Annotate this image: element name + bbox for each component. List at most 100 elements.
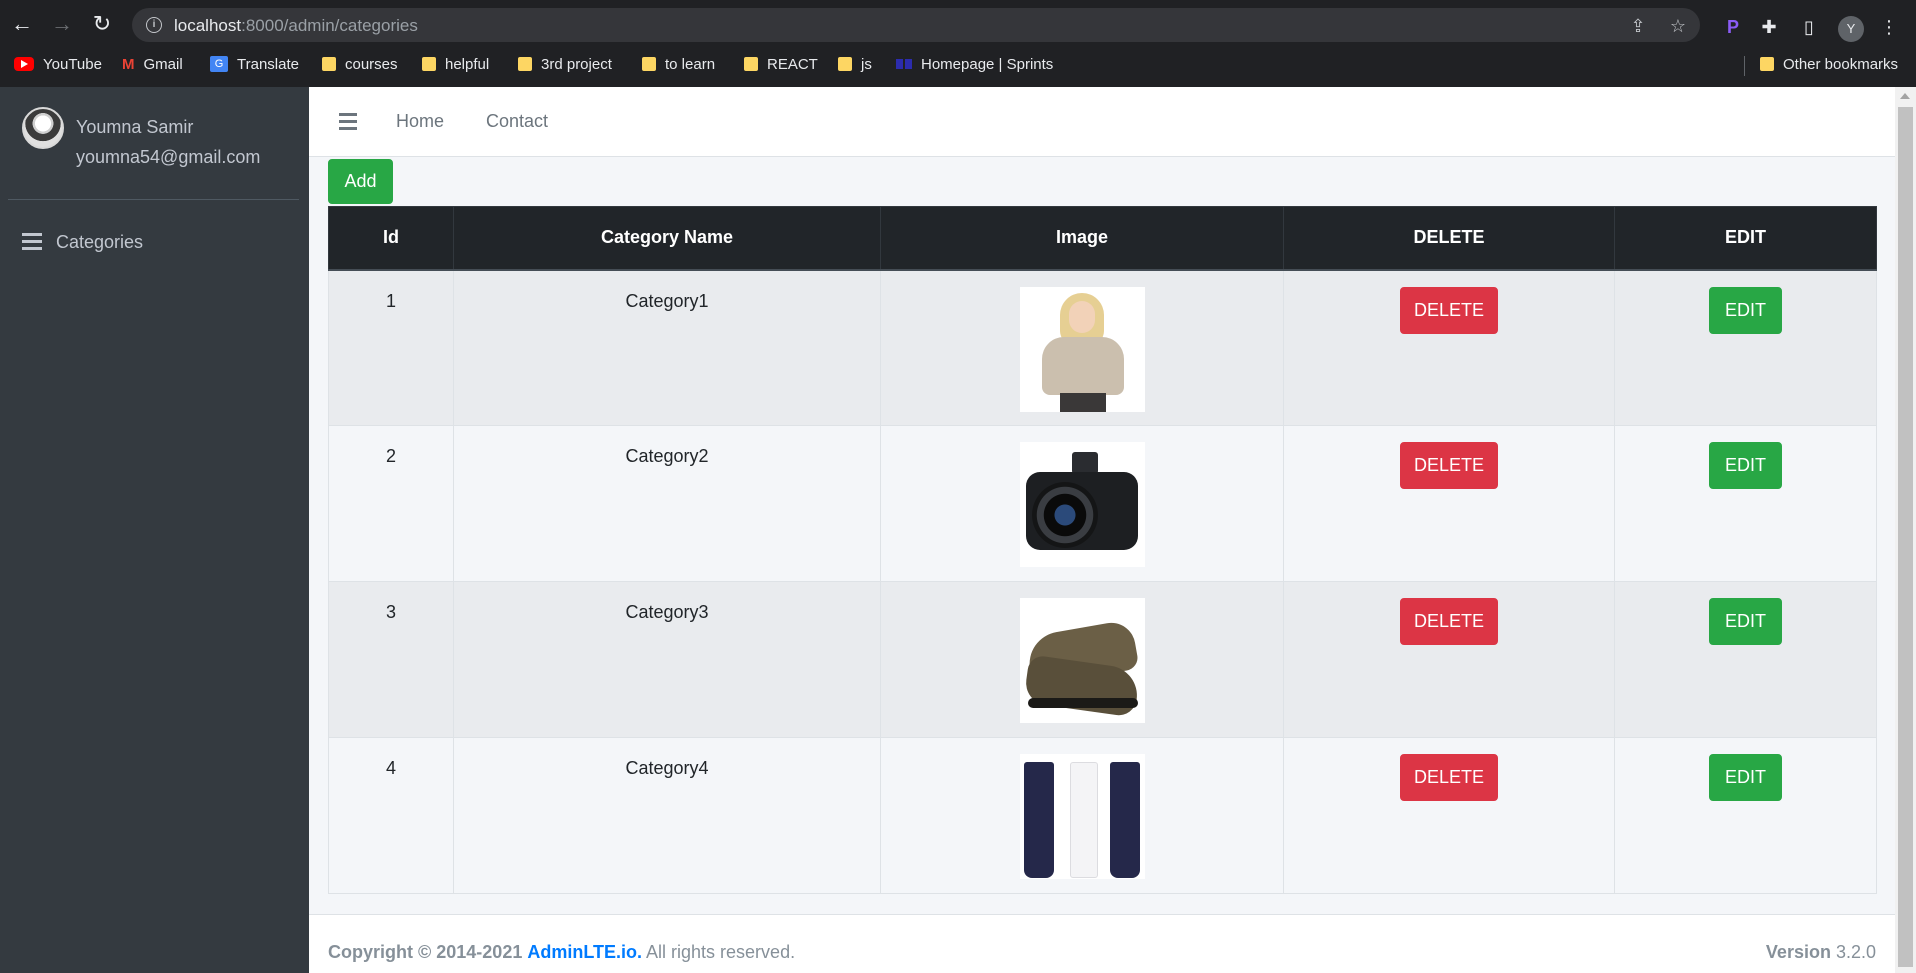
bookmark-courses[interactable]: courses <box>322 53 398 75</box>
copyright-text: Copyright © 2014-2021 AdminLTE.io. All r… <box>328 942 795 963</box>
delete-button[interactable]: DELETE <box>1400 286 1498 334</box>
cell-id: 2 <box>328 425 454 582</box>
translate-icon: G <box>210 56 228 72</box>
url-text[interactable]: localhost:8000/admin/categories <box>174 16 418 36</box>
menu-kebab-icon[interactable]: ⋮ <box>1876 14 1902 40</box>
table-row: 2 Category2 DELETE EDIT <box>328 425 1877 582</box>
header-category-name: Category Name <box>453 206 881 271</box>
photo-part <box>1068 300 1095 333</box>
nav-link-home[interactable]: Home <box>396 111 444 132</box>
photo-part <box>1109 762 1140 878</box>
bookmarks-bar: YouTube M Gmail G Translate courses helpfu… <box>0 48 1916 80</box>
table-row: 4 Category4 DELETE EDIT <box>328 737 1877 894</box>
forward-icon[interactable]: → <box>48 10 76 38</box>
cell-delete: DELETE <box>1283 425 1615 582</box>
add-button[interactable]: Add <box>328 159 393 204</box>
side-panel-icon[interactable]: ▯ <box>1796 14 1822 40</box>
bookmark-react[interactable]: REACT <box>744 53 818 75</box>
bookmark-helpful[interactable]: helpful <box>422 53 489 75</box>
scroll-up-arrow-icon[interactable] <box>1900 93 1910 99</box>
cell-edit: EDIT <box>1614 581 1877 738</box>
camera-photo <box>1019 442 1145 567</box>
extension-p2-icon[interactable]: P <box>1720 14 1746 40</box>
table-header-row: Id Category Name Image DELETE EDIT <box>328 206 1877 271</box>
profile-avatar[interactable]: Y <box>1838 16 1864 42</box>
user-name[interactable]: Youmna Samir <box>76 117 193 138</box>
photo-part <box>1059 392 1106 412</box>
sidebar-divider <box>8 199 299 200</box>
edit-button[interactable]: EDIT <box>1709 286 1782 334</box>
bookmark-youtube[interactable]: YouTube <box>14 53 102 75</box>
reload-icon[interactable]: ↻ <box>88 10 116 38</box>
adminlte-link[interactable]: AdminLTE.io. <box>527 942 642 962</box>
header-edit: EDIT <box>1614 206 1877 271</box>
delete-button[interactable]: DELETE <box>1400 598 1498 645</box>
sidebar: Youmna Samir youmna54@gmail.com Categori… <box>0 87 309 973</box>
page-scrollbar[interactable] <box>1895 87 1916 973</box>
site-info-icon[interactable]: i <box>146 17 162 33</box>
edit-button[interactable]: EDIT <box>1709 442 1782 489</box>
cell-id: 4 <box>328 737 454 894</box>
sweater-photo <box>1019 286 1145 412</box>
cell-category-name: Category1 <box>453 269 881 426</box>
folder-icon <box>518 57 532 71</box>
sprints-icon <box>896 59 912 69</box>
bookmark-star-icon[interactable]: ☆ <box>1666 14 1690 38</box>
bookmark-js[interactable]: js <box>838 53 872 75</box>
edit-button[interactable]: EDIT <box>1709 754 1782 801</box>
cosmetics-photo <box>1019 754 1145 879</box>
photo-part <box>1027 698 1138 708</box>
photo-part <box>1023 762 1054 878</box>
folder-icon <box>322 57 336 71</box>
cell-delete: DELETE <box>1283 737 1615 894</box>
delete-button[interactable]: DELETE <box>1400 754 1498 801</box>
gmail-icon: M <box>122 55 135 73</box>
address-row: ← → ↻ i localhost:8000/admin/categories … <box>0 6 1916 42</box>
delete-button[interactable]: DELETE <box>1400 442 1498 489</box>
folder-icon <box>642 57 656 71</box>
edit-button[interactable]: EDIT <box>1709 598 1782 645</box>
back-icon[interactable]: ← <box>8 10 36 38</box>
cell-image <box>880 581 1284 738</box>
photo-part <box>1071 452 1098 474</box>
header-image: Image <box>880 206 1284 271</box>
cell-category-name: Category3 <box>453 581 881 738</box>
table-row: 3 Category3 DELETE EDIT <box>328 581 1877 738</box>
share-icon[interactable]: ⇪ <box>1626 14 1650 38</box>
sidebar-toggle-icon[interactable] <box>339 113 357 130</box>
bookmark-3rd-project[interactable]: 3rd project <box>518 53 612 75</box>
shoes-photo <box>1019 598 1145 723</box>
cell-id: 1 <box>328 269 454 426</box>
nav-link-contact[interactable]: Contact <box>486 111 548 132</box>
extensions-puzzle-icon[interactable]: ✚ <box>1756 14 1782 40</box>
user-avatar[interactable] <box>22 107 64 149</box>
folder-icon <box>838 57 852 71</box>
categories-table: Id Category Name Image DELETE EDIT 1 Cat… <box>328 206 1877 894</box>
cell-category-name: Category2 <box>453 425 881 582</box>
sidebar-item-label: Categories <box>56 231 144 252</box>
header-delete: DELETE <box>1283 206 1615 271</box>
bookmark-translate[interactable]: G Translate <box>210 53 299 75</box>
bookmark-sprints[interactable]: Homepage | Sprints <box>896 53 1053 75</box>
folder-icon <box>744 57 758 71</box>
sidebar-item-categories[interactable]: Categories <box>22 222 292 262</box>
cell-category-name: Category4 <box>453 737 881 894</box>
cell-image <box>880 269 1284 426</box>
bookmarks-separator <box>1744 56 1745 76</box>
cell-image <box>880 737 1284 894</box>
cell-id: 3 <box>328 581 454 738</box>
address-bar[interactable]: i localhost:8000/admin/categories ⇪ ☆ <box>132 8 1700 42</box>
folder-icon <box>422 57 436 71</box>
bookmark-other[interactable]: Other bookmarks <box>1760 53 1898 75</box>
bookmark-gmail[interactable]: M Gmail <box>122 53 183 75</box>
bookmark-to-learn[interactable]: to learn <box>642 53 715 75</box>
photo-part <box>1069 762 1098 878</box>
scroll-thumb[interactable] <box>1898 107 1913 967</box>
cell-delete: DELETE <box>1283 581 1615 738</box>
table-row: 1 Category1 DELETE EDIT <box>328 269 1877 426</box>
top-navbar: Home Contact <box>309 87 1895 157</box>
youtube-icon <box>14 57 34 71</box>
cell-delete: DELETE <box>1283 269 1615 426</box>
copyright-suffix: All rights reserved. <box>642 942 796 962</box>
cell-image <box>880 425 1284 582</box>
